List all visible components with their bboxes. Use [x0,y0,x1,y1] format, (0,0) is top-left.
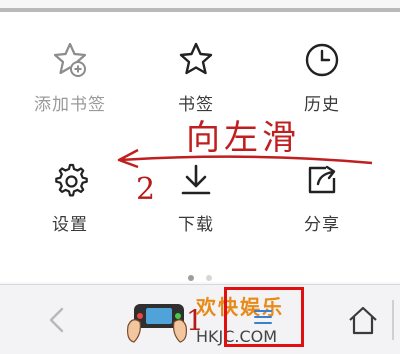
page-dot [205,275,212,281]
tabs-button-edge[interactable] [392,300,400,340]
highlight-box [224,287,304,347]
watermark-logo [127,304,187,343]
chevron-left-icon[interactable] [44,305,70,335]
page-indicator [0,266,400,285]
step-2-marker: 2 [136,172,156,207]
swipe-left-annotation: 向左滑 [186,118,300,158]
home-icon[interactable] [346,303,380,337]
page-dot-active [188,275,195,281]
